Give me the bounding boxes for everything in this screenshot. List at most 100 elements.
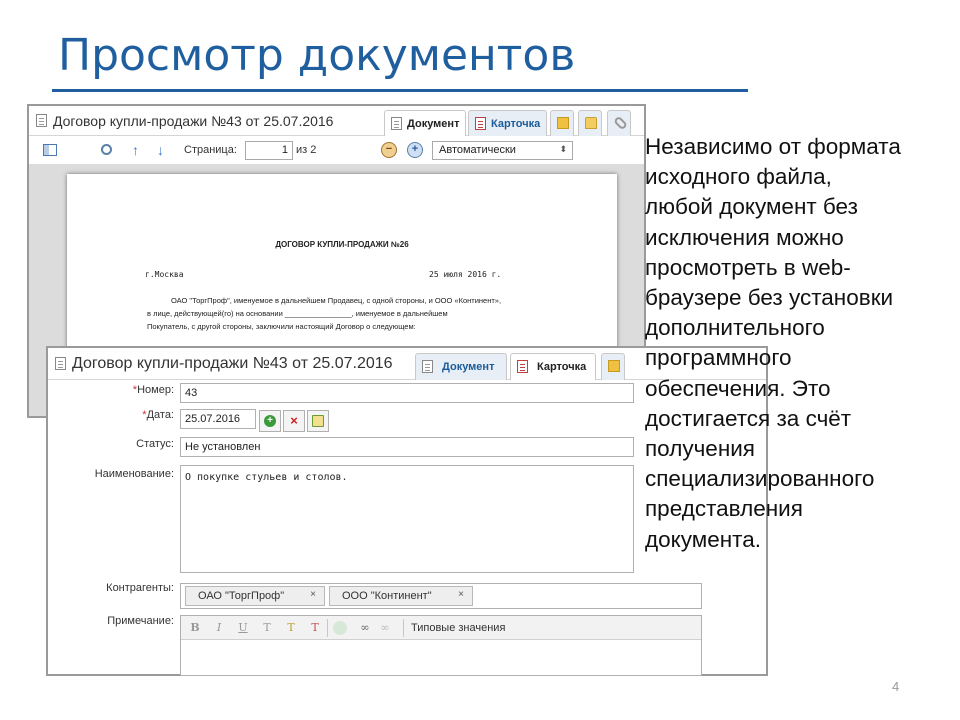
- number-label-text: Номер:: [137, 384, 174, 396]
- document-line: в лице, действующей(го) на основании ___…: [147, 309, 448, 318]
- link-icon: [613, 115, 628, 131]
- title-underline: [52, 89, 748, 92]
- counterparties-label: Контрагенты:: [106, 582, 174, 594]
- globe-icon[interactable]: [333, 621, 347, 635]
- toolbar-divider: [403, 619, 404, 637]
- description-line: браузере без установки: [645, 285, 894, 311]
- page-label: Страница:: [184, 144, 237, 156]
- note-label: Примечание:: [107, 615, 174, 627]
- description-line: специализированного: [645, 466, 875, 492]
- document-date: 25 июля 2016 г.: [429, 270, 502, 279]
- folder-icon: [585, 117, 597, 129]
- description-line: просмотреть в web-: [645, 254, 851, 280]
- description-line: представления: [645, 496, 803, 522]
- search-icon[interactable]: [101, 144, 112, 155]
- card-window-title: Договор купли-продажи №43 от 25.07.2016: [72, 355, 393, 372]
- tab-card-label: Карточка: [491, 118, 541, 130]
- description-line: документа.: [645, 526, 761, 552]
- plus-icon: +: [264, 415, 276, 427]
- counterparties-field[interactable]: ОАО "ТоргПроф" × ООО "Континент" ×: [180, 583, 702, 609]
- tab-structure[interactable]: [601, 353, 625, 380]
- toolbar-divider: [327, 619, 328, 637]
- description-text: Независимо от формата исходного файла, л…: [645, 132, 950, 555]
- tree-icon: [608, 360, 620, 372]
- calendar-icon: [312, 415, 324, 427]
- description-line: обеспечения. Это: [645, 375, 831, 401]
- page-number: 4: [892, 679, 900, 694]
- description-line: дополнительного: [645, 315, 825, 341]
- tab-document-label: Документ: [442, 361, 495, 373]
- description-line: исключения можно: [645, 224, 844, 250]
- document-body: ОАО "ТоргПроф", именуемое в дальнейшем П…: [147, 294, 591, 333]
- remove-tag-icon[interactable]: ×: [458, 589, 464, 600]
- clear-format-button[interactable]: T: [307, 621, 323, 635]
- link-icon[interactable]: ∞: [357, 621, 373, 635]
- close-icon: ×: [290, 413, 298, 428]
- tab-card[interactable]: Карточка: [510, 353, 596, 380]
- status-label: Статус:: [136, 438, 174, 450]
- tab-links[interactable]: [607, 110, 631, 136]
- zoom-in-icon[interactable]: +: [407, 142, 423, 158]
- name-textarea[interactable]: О покупке стульев и столов.: [180, 465, 634, 573]
- tab-card-label: Карточка: [537, 361, 587, 373]
- status-input[interactable]: Не установлен: [180, 437, 634, 457]
- zoom-out-icon[interactable]: −: [381, 142, 397, 158]
- description-line: Независимо от формата: [645, 134, 901, 159]
- date-label-text: Дата:: [146, 409, 174, 421]
- document-heading: ДОГОВОР КУПЛИ-ПРОДАЖИ №26: [275, 240, 409, 249]
- document-icon: [391, 117, 402, 130]
- tab-document-label: Документ: [407, 118, 460, 130]
- zoom-mode-select[interactable]: Автоматически: [432, 141, 573, 160]
- date-clear-button[interactable]: ×: [283, 410, 305, 432]
- underline-button[interactable]: U: [235, 621, 251, 635]
- date-input[interactable]: 25.07.2016: [180, 409, 256, 429]
- slide-title: Просмотр документов: [58, 30, 576, 81]
- description-line: получения: [645, 436, 755, 462]
- document-icon: [422, 360, 433, 373]
- document-line: ОАО "ТоргПроф", именуемое в дальнейшем П…: [171, 296, 502, 305]
- number-input[interactable]: 43: [180, 383, 634, 403]
- counterparty-tag[interactable]: ООО "Континент" ×: [329, 586, 473, 606]
- description-line: программного: [645, 345, 792, 371]
- description-line: достигается за счёт: [645, 405, 852, 431]
- number-label: *Номер:: [44, 384, 174, 396]
- text-color-button[interactable]: T: [259, 621, 275, 635]
- name-label: Наименование:: [94, 468, 174, 480]
- card-icon: [475, 117, 486, 130]
- tab-files[interactable]: [578, 110, 602, 136]
- page-number-input[interactable]: 1: [245, 141, 293, 160]
- counterparty-name: ООО "Континент": [342, 590, 432, 602]
- document-line: Покупатель, с другой стороны, заключили …: [147, 322, 416, 331]
- note-editor[interactable]: B I U T T T ∞ ∞ Типовые значения: [180, 615, 702, 676]
- typical-values-button[interactable]: Типовые значения: [411, 622, 505, 634]
- highlight-button[interactable]: T: [283, 621, 299, 635]
- tab-document[interactable]: Документ: [384, 110, 466, 136]
- page-total: из 2: [296, 144, 317, 156]
- counterparty-name: ОАО "ТоргПроф": [198, 590, 285, 602]
- document-city: г.Москва: [145, 270, 184, 279]
- tab-structure[interactable]: [550, 110, 574, 136]
- tab-card[interactable]: Карточка: [468, 110, 547, 136]
- arrow-up-icon[interactable]: ↑: [132, 143, 146, 157]
- card-icon: [517, 360, 528, 373]
- viewer-window-title: Договор купли-продажи №43 от 25.07.2016: [53, 113, 334, 129]
- date-label: *Дата:: [44, 409, 174, 421]
- document-icon: [36, 114, 47, 127]
- counterparty-tag[interactable]: ОАО "ТоргПроф" ×: [185, 586, 325, 606]
- date-picker-button[interactable]: [307, 410, 329, 432]
- description-line: исходного файла,: [645, 164, 832, 190]
- tab-document[interactable]: Документ: [415, 353, 507, 380]
- bold-button[interactable]: B: [187, 621, 203, 635]
- arrow-down-icon[interactable]: ↓: [157, 143, 171, 157]
- italic-button[interactable]: I: [211, 621, 227, 635]
- document-icon: [55, 357, 66, 370]
- tree-icon: [557, 117, 569, 129]
- viewer-toolbar: ↑ ↓ Страница: 1 из 2 − + Автоматически: [29, 137, 644, 163]
- description-line: любой документ без: [645, 194, 858, 220]
- side-panel-icon[interactable]: [43, 144, 57, 156]
- unlink-icon[interactable]: ∞: [377, 621, 393, 635]
- viewer-window-header: Договор купли-продажи №43 от 25.07.2016 …: [29, 106, 644, 136]
- remove-tag-icon[interactable]: ×: [310, 589, 316, 600]
- date-add-button[interactable]: +: [259, 410, 281, 432]
- note-editor-toolbar: B I U T T T ∞ ∞ Типовые значения: [181, 616, 701, 640]
